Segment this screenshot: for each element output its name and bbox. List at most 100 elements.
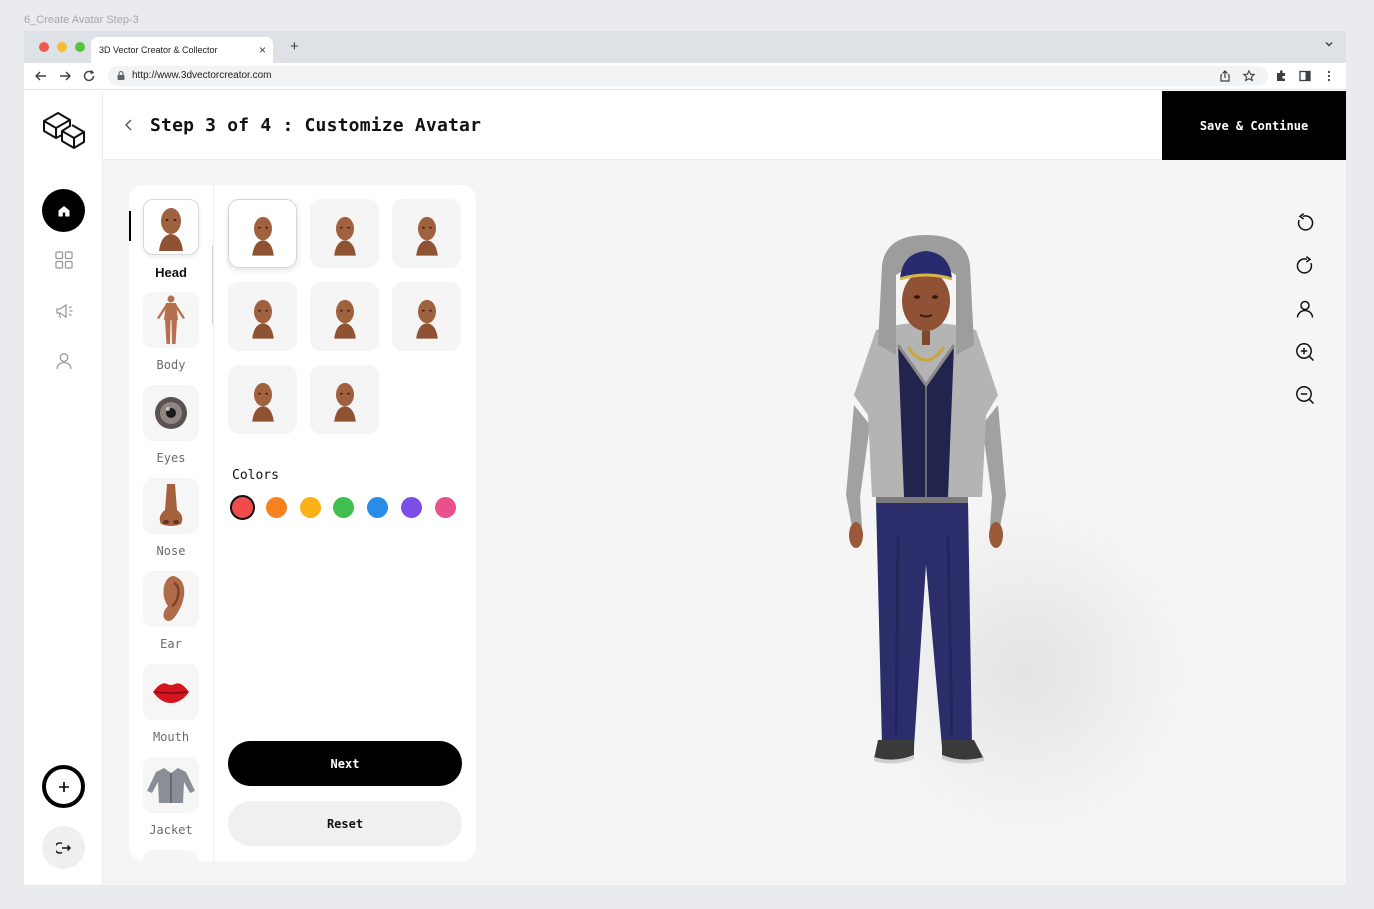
tab-close-icon[interactable]: × bbox=[259, 43, 266, 57]
head-icon bbox=[251, 216, 274, 256]
avatar-pose-icon[interactable] bbox=[1294, 298, 1316, 320]
head-option-5[interactable] bbox=[310, 282, 379, 351]
share-icon[interactable] bbox=[1218, 69, 1232, 83]
nose-icon bbox=[159, 484, 183, 526]
avatar-model[interactable] bbox=[836, 235, 1016, 785]
category-nose[interactable]: Nose bbox=[129, 478, 213, 568]
sidebar-rail bbox=[24, 91, 103, 885]
color-swatch-orange[interactable] bbox=[266, 497, 287, 518]
head-icon bbox=[333, 216, 356, 256]
color-swatch-yellow[interactable] bbox=[300, 497, 321, 518]
category-head[interactable]: Head bbox=[129, 199, 213, 289]
frame-label: 6_Create Avatar Step-3 bbox=[24, 14, 139, 26]
category-label: Eyes bbox=[156, 451, 186, 465]
eyes-thumbnail bbox=[143, 385, 199, 441]
back-arrow-icon[interactable] bbox=[34, 69, 48, 83]
category-jacket[interactable]: Jacket bbox=[129, 757, 213, 847]
category-label: Head bbox=[155, 265, 187, 280]
close-window-dot[interactable] bbox=[39, 42, 49, 52]
reload-icon[interactable] bbox=[82, 69, 96, 83]
nav-profile-icon[interactable] bbox=[54, 351, 74, 371]
window-controls[interactable] bbox=[39, 42, 85, 52]
head-icon bbox=[251, 299, 274, 339]
head-option-3[interactable] bbox=[392, 199, 461, 268]
ear-thumbnail bbox=[143, 571, 199, 627]
logout-button[interactable] bbox=[42, 826, 85, 869]
add-button[interactable] bbox=[42, 765, 85, 808]
color-swatch-blue[interactable] bbox=[367, 497, 388, 518]
color-swatch-pink[interactable] bbox=[435, 497, 456, 518]
tab-list-chevron-icon[interactable] bbox=[1324, 39, 1334, 49]
category-body[interactable]: Body bbox=[129, 292, 213, 382]
head-icon bbox=[415, 299, 438, 339]
head-option-6[interactable] bbox=[392, 282, 461, 351]
head-option-7[interactable] bbox=[228, 365, 297, 434]
color-swatch-purple[interactable] bbox=[401, 497, 422, 518]
avatar-viewer[interactable] bbox=[476, 160, 1346, 885]
app-root: Step 3 of 4 : Customize Avatar Save & Co… bbox=[24, 91, 1346, 885]
tab-title: 3D Vector Creator & Collector bbox=[99, 45, 218, 55]
side-panel-icon[interactable] bbox=[1298, 69, 1312, 83]
maximize-window-dot[interactable] bbox=[75, 42, 85, 52]
rotate-left-icon[interactable] bbox=[1294, 212, 1316, 234]
category-scrollbar[interactable] bbox=[212, 245, 213, 325]
head-icon bbox=[251, 382, 274, 422]
body-thumbnail bbox=[143, 292, 199, 348]
ear-icon bbox=[163, 576, 185, 621]
category-label: Nose bbox=[156, 544, 186, 558]
category-label: Body bbox=[156, 358, 186, 372]
forward-arrow-icon[interactable] bbox=[58, 69, 72, 83]
rotate-right-icon[interactable] bbox=[1294, 255, 1316, 277]
category-list: Head Body Eyes Nose Ear Mouth Jacket bbox=[129, 185, 214, 861]
zoom-out-icon[interactable] bbox=[1294, 384, 1316, 406]
head-thumbnail bbox=[143, 199, 199, 255]
jacket-thumbnail bbox=[143, 757, 199, 813]
minimize-window-dot[interactable] bbox=[57, 42, 67, 52]
address-bar: http://www.3dvectorcreator.com bbox=[24, 63, 1346, 90]
mouth-icon bbox=[153, 683, 189, 703]
head-option-4[interactable] bbox=[228, 282, 297, 351]
next-button[interactable]: Next bbox=[228, 741, 462, 786]
category-next-partial[interactable] bbox=[129, 850, 213, 861]
mouth-thumbnail bbox=[143, 664, 199, 720]
extensions-icon[interactable] bbox=[1274, 69, 1288, 83]
save-continue-button[interactable]: Save & Continue bbox=[1162, 91, 1346, 160]
color-swatch-red[interactable] bbox=[230, 495, 255, 520]
tab-bar: 3D Vector Creator & Collector × + bbox=[24, 31, 1346, 63]
category-eyes[interactable]: Eyes bbox=[129, 385, 213, 475]
reset-button[interactable]: Reset bbox=[228, 801, 462, 846]
color-swatch-green[interactable] bbox=[333, 497, 354, 518]
url-field[interactable]: http://www.3dvectorcreator.com bbox=[108, 66, 1268, 86]
eye-icon bbox=[155, 397, 187, 429]
nav-home-button[interactable] bbox=[42, 189, 85, 232]
home-icon bbox=[58, 205, 69, 216]
jacket-icon bbox=[147, 768, 195, 803]
url-text: http://www.3dvectorcreator.com bbox=[132, 70, 272, 81]
category-ear[interactable]: Ear bbox=[129, 571, 213, 661]
nav-grid-icon[interactable] bbox=[54, 250, 74, 270]
page-title: Step 3 of 4 : Customize Avatar bbox=[150, 115, 482, 136]
category-mouth[interactable]: Mouth bbox=[129, 664, 213, 754]
partial-thumbnail bbox=[143, 850, 199, 861]
head-icon bbox=[333, 382, 356, 422]
head-option-1[interactable] bbox=[228, 199, 297, 268]
more-menu-icon[interactable] bbox=[1322, 69, 1336, 83]
app-logo[interactable] bbox=[40, 107, 88, 149]
browser-tab[interactable]: 3D Vector Creator & Collector × bbox=[91, 37, 273, 63]
lock-icon bbox=[117, 71, 125, 80]
head-icon bbox=[415, 216, 438, 256]
head-option-8[interactable] bbox=[310, 365, 379, 434]
body-icon bbox=[157, 295, 185, 344]
zoom-in-icon[interactable] bbox=[1294, 341, 1316, 363]
head-option-2[interactable] bbox=[310, 199, 379, 268]
new-tab-icon[interactable]: + bbox=[290, 38, 299, 55]
page-header: Step 3 of 4 : Customize Avatar Save & Co… bbox=[103, 91, 1346, 160]
head-icon bbox=[159, 208, 183, 251]
category-label: Mouth bbox=[152, 730, 190, 744]
customize-panel: Head Body Eyes Nose Ear Mouth Jacket Col… bbox=[129, 185, 476, 861]
category-label: Jacket bbox=[149, 823, 193, 837]
nav-announcement-icon[interactable] bbox=[54, 301, 74, 321]
logout-icon bbox=[55, 841, 71, 854]
back-chevron-icon[interactable] bbox=[123, 118, 135, 132]
bookmark-star-icon[interactable] bbox=[1242, 69, 1256, 83]
